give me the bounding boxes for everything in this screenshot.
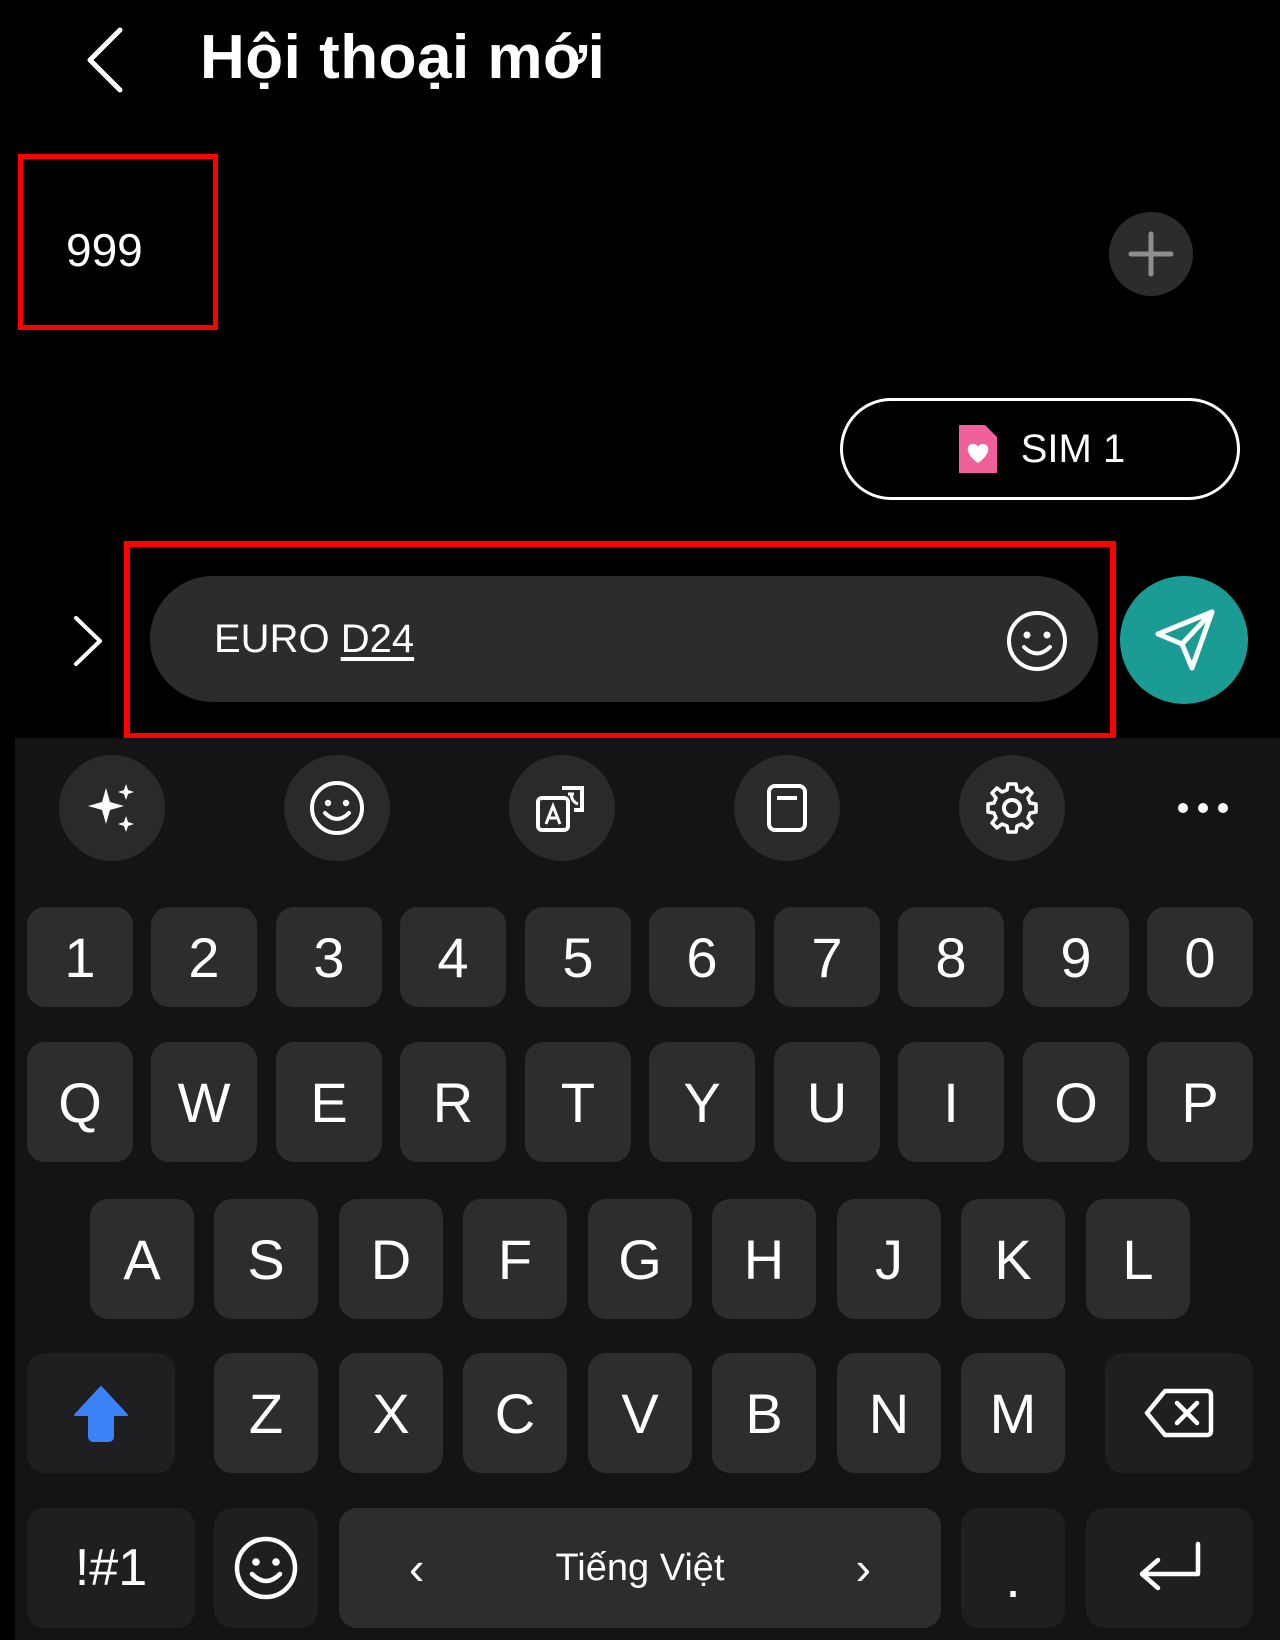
key-b[interactable]: B (712, 1353, 816, 1473)
key-0[interactable]: 0 (1147, 907, 1253, 1007)
backspace-key[interactable] (1105, 1353, 1253, 1473)
clipboard-icon (767, 784, 807, 832)
key-c[interactable]: C (463, 1353, 567, 1473)
key-f[interactable]: F (463, 1199, 567, 1319)
backspace-icon (1144, 1388, 1214, 1438)
chevron-right-icon (74, 616, 102, 666)
clipboard-button[interactable] (734, 755, 840, 861)
translate-button[interactable] (509, 755, 615, 861)
compose-highlight (124, 541, 1116, 739)
key-e[interactable]: E (276, 1042, 382, 1162)
enter-key[interactable] (1086, 1508, 1253, 1628)
page-title: Hội thoại mới (200, 23, 606, 92)
key-p[interactable]: P (1147, 1042, 1253, 1162)
add-recipient-button[interactable] (1109, 212, 1193, 296)
keyboard-toolbar (15, 738, 1280, 880)
symbols-key[interactable]: !#1 (27, 1508, 195, 1628)
toolbar-more-button[interactable] (1170, 780, 1236, 836)
language-prev-icon: ‹ (409, 1542, 425, 1594)
expand-options-button[interactable] (66, 610, 110, 672)
translate-icon (536, 786, 584, 832)
language-next-icon: › (855, 1542, 871, 1594)
key-8[interactable]: 8 (898, 907, 1004, 1007)
enter-icon (1139, 1541, 1200, 1591)
key-3[interactable]: 3 (276, 907, 382, 1007)
key-2[interactable]: 2 (151, 907, 257, 1007)
sparkle-icon (88, 784, 134, 832)
sim-label: SIM 1 (1020, 426, 1126, 471)
key-x[interactable]: X (339, 1353, 443, 1473)
key-6[interactable]: 6 (649, 907, 755, 1007)
key-m[interactable]: M (961, 1353, 1065, 1473)
emoji-icon (234, 1536, 298, 1600)
key-n[interactable]: N (837, 1353, 941, 1473)
period-key[interactable]: . (961, 1508, 1065, 1628)
plus-icon (1128, 231, 1174, 277)
key-s[interactable]: S (214, 1199, 318, 1319)
key-u[interactable]: U (774, 1042, 880, 1162)
key-a[interactable]: A (90, 1199, 194, 1319)
key-i[interactable]: I (898, 1042, 1004, 1162)
key-g[interactable]: G (588, 1199, 692, 1319)
emoji-icon (310, 781, 364, 835)
key-w[interactable]: W (151, 1042, 257, 1162)
language-label: Tiếng Việt (555, 1546, 725, 1589)
key-5[interactable]: 5 (525, 907, 631, 1007)
back-button[interactable] (70, 20, 140, 100)
key-9[interactable]: 9 (1023, 907, 1129, 1007)
emoji-key[interactable] (214, 1508, 318, 1628)
shift-arrow-icon (74, 1386, 128, 1442)
space-key[interactable]: ‹ Tiếng Việt › (339, 1508, 941, 1628)
key-7[interactable]: 7 (774, 907, 880, 1007)
shift-key[interactable] (27, 1353, 175, 1473)
key-l[interactable]: L (1086, 1199, 1190, 1319)
key-v[interactable]: V (588, 1353, 692, 1473)
key-t[interactable]: T (525, 1042, 631, 1162)
key-d[interactable]: D (339, 1199, 443, 1319)
key-r[interactable]: R (400, 1042, 506, 1162)
more-icon (1178, 803, 1228, 813)
key-z[interactable]: Z (214, 1353, 318, 1473)
send-button[interactable] (1120, 576, 1248, 704)
key-j[interactable]: J (837, 1199, 941, 1319)
ai-tools-button[interactable] (59, 755, 165, 861)
key-h[interactable]: H (712, 1199, 816, 1319)
key-1[interactable]: 1 (27, 907, 133, 1007)
settings-icon (986, 782, 1038, 834)
send-icon (1155, 609, 1215, 671)
recipient-input[interactable]: 999 (66, 222, 143, 278)
key-k[interactable]: K (961, 1199, 1065, 1319)
key-y[interactable]: Y (649, 1042, 755, 1162)
toolbar-emoji-button[interactable] (284, 755, 390, 861)
key-o[interactable]: O (1023, 1042, 1129, 1162)
key-q[interactable]: Q (27, 1042, 133, 1162)
key-4[interactable]: 4 (400, 907, 506, 1007)
chevron-left-icon (87, 27, 123, 93)
sim-heart-icon (958, 425, 997, 473)
sim-selector-button[interactable]: SIM 1 (840, 398, 1240, 500)
keyboard-settings-button[interactable] (959, 755, 1065, 861)
